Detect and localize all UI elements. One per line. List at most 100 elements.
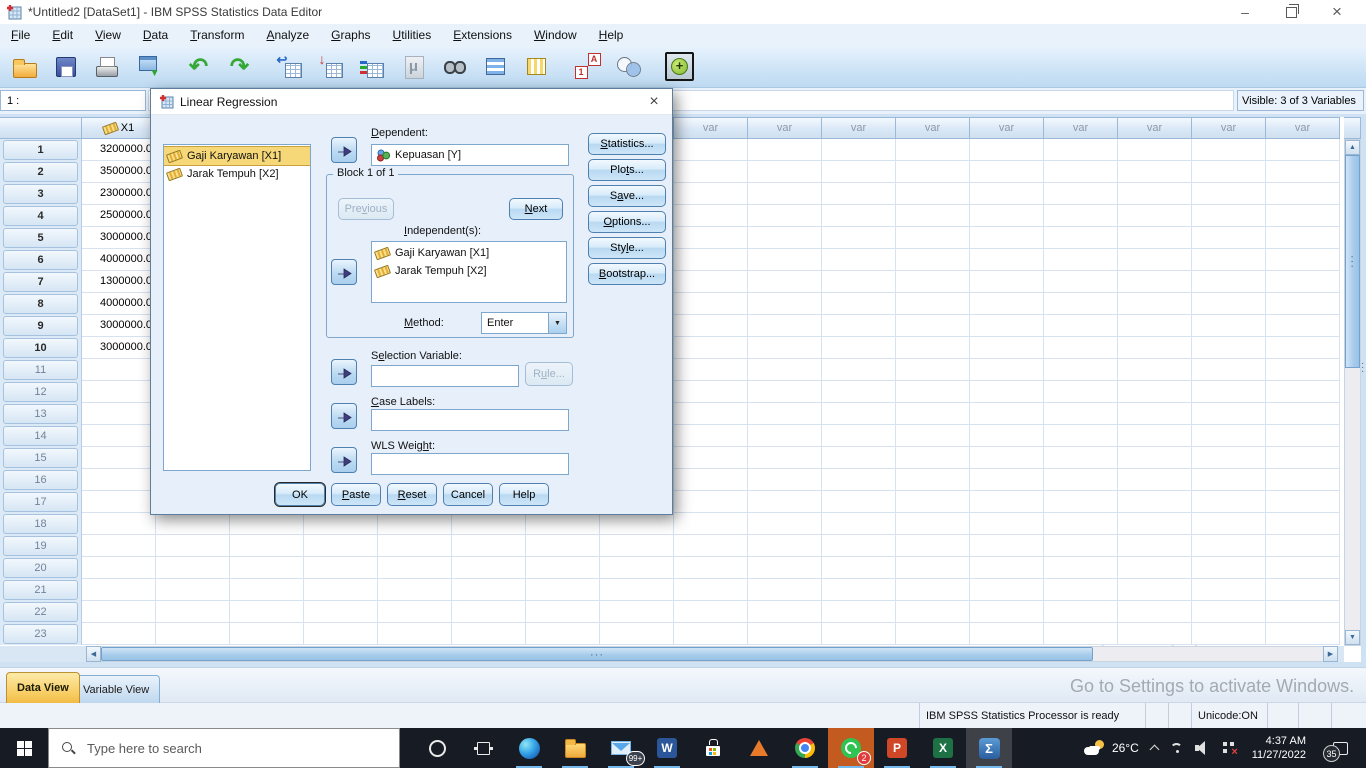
grid-cell[interactable] <box>748 535 822 557</box>
grid-cell[interactable] <box>1192 183 1266 205</box>
grid-cell[interactable] <box>1266 227 1340 249</box>
grid-cell[interactable] <box>452 623 526 645</box>
grid-cell[interactable] <box>526 535 600 557</box>
row-header[interactable]: 11 <box>0 359 82 381</box>
grid-cell[interactable] <box>1044 205 1118 227</box>
options-button[interactable]: Options... <box>588 211 666 233</box>
grid-cell[interactable] <box>896 579 970 601</box>
grid-cell[interactable] <box>1266 381 1340 403</box>
grid-cell[interactable] <box>674 579 748 601</box>
move-selection-button[interactable] <box>331 359 357 385</box>
grid-cell[interactable] <box>822 469 896 491</box>
menu-window[interactable]: Window <box>523 25 588 46</box>
paste-button[interactable]: Paste <box>331 483 381 506</box>
grid-cell[interactable] <box>674 337 748 359</box>
grid-cell[interactable] <box>1118 601 1192 623</box>
grid-cell[interactable] <box>600 623 674 645</box>
grid-cell[interactable] <box>1266 293 1340 315</box>
row-header[interactable]: 7 <box>0 271 82 293</box>
column-header-var[interactable]: var <box>748 117 822 139</box>
grid-cell[interactable] <box>674 271 748 293</box>
grid-cell[interactable] <box>1192 579 1266 601</box>
chevron-up-icon[interactable] <box>1149 743 1159 753</box>
grid-cell[interactable] <box>1118 381 1192 403</box>
row-header[interactable]: 16 <box>0 469 82 491</box>
grid-cell[interactable] <box>526 623 600 645</box>
row-header[interactable]: 3 <box>0 183 82 205</box>
grid-cell[interactable] <box>378 601 452 623</box>
horizontal-scrollbar[interactable] <box>0 646 1344 662</box>
grid-cell[interactable]: 3000000.0 <box>82 337 156 359</box>
grid-cell[interactable] <box>896 183 970 205</box>
grid-cell[interactable] <box>970 359 1044 381</box>
grid-cell[interactable] <box>1266 557 1340 579</box>
grid-cell[interactable] <box>970 579 1044 601</box>
grid-cell[interactable] <box>600 535 674 557</box>
grid-cell[interactable] <box>526 513 600 535</box>
grid-cell[interactable] <box>822 139 896 161</box>
grid-cell[interactable] <box>822 293 896 315</box>
grid-cell[interactable] <box>304 535 378 557</box>
grid-cell[interactable] <box>1118 337 1192 359</box>
grid-cell[interactable] <box>1266 535 1340 557</box>
grid-cell[interactable] <box>1118 469 1192 491</box>
grid-cell[interactable] <box>896 557 970 579</box>
grid-cell[interactable] <box>970 183 1044 205</box>
grid-cell[interactable] <box>1044 315 1118 337</box>
row-header[interactable]: 13 <box>0 403 82 425</box>
grid-cell[interactable] <box>304 513 378 535</box>
grid-cell[interactable] <box>82 557 156 579</box>
grid-cell[interactable] <box>1044 381 1118 403</box>
grid-cell[interactable] <box>896 337 970 359</box>
grid-cell[interactable] <box>896 491 970 513</box>
taskbar-cortana[interactable] <box>414 728 460 768</box>
grid-cell[interactable] <box>674 535 748 557</box>
grid-cell[interactable] <box>822 227 896 249</box>
grid-cell[interactable] <box>674 205 748 227</box>
grid-cell[interactable] <box>822 557 896 579</box>
grid-cell[interactable] <box>82 535 156 557</box>
insert-case-button[interactable] <box>475 49 516 85</box>
scroll-down-arrow-icon[interactable] <box>1345 630 1360 645</box>
taskbar-task-view[interactable] <box>460 728 506 768</box>
grid-cell[interactable] <box>1118 535 1192 557</box>
bootstrap-button[interactable]: Bootstrap... <box>588 263 666 285</box>
restore-button[interactable] <box>1268 0 1314 24</box>
taskbar-search[interactable] <box>48 728 400 768</box>
grid-cell[interactable] <box>230 601 304 623</box>
grid-cell[interactable] <box>1266 183 1340 205</box>
cancel-button[interactable]: Cancel <box>443 483 493 506</box>
grid-cell[interactable] <box>970 447 1044 469</box>
grid-cell[interactable] <box>1044 183 1118 205</box>
move-case-labels-button[interactable] <box>331 403 357 429</box>
clock[interactable]: 4:37 AM 11/27/2022 <box>1252 734 1306 763</box>
grid-cell[interactable] <box>304 601 378 623</box>
grid-cell[interactable] <box>1044 601 1118 623</box>
grid-cell[interactable] <box>822 161 896 183</box>
grid-cell[interactable]: 4000000.0 <box>82 293 156 315</box>
grid-cell[interactable] <box>230 623 304 645</box>
grid-cell[interactable] <box>896 359 970 381</box>
scroll-left-arrow-icon[interactable] <box>86 646 101 662</box>
taskbar-spss[interactable] <box>966 728 1012 768</box>
grid-cell[interactable] <box>1118 513 1192 535</box>
grid-cell[interactable] <box>748 623 822 645</box>
grid-cell[interactable] <box>1192 381 1266 403</box>
move-dependent-button[interactable] <box>331 137 357 163</box>
grid-cell[interactable] <box>1192 557 1266 579</box>
grid-cell[interactable] <box>1266 249 1340 271</box>
grid-cell[interactable] <box>896 161 970 183</box>
device-disconnected-icon[interactable] <box>1222 741 1238 755</box>
grid-cell[interactable] <box>674 513 748 535</box>
grid-cell[interactable] <box>674 249 748 271</box>
grid-cell[interactable] <box>1118 557 1192 579</box>
scroll-up-arrow-icon[interactable] <box>1345 140 1360 155</box>
grid-cell[interactable] <box>748 315 822 337</box>
vertical-scrollbar[interactable] <box>1344 139 1361 646</box>
grid-cell[interactable] <box>674 403 748 425</box>
column-header-var[interactable]: var <box>822 117 896 139</box>
grid-cell[interactable] <box>378 579 452 601</box>
grid-cell[interactable] <box>822 491 896 513</box>
save-button[interactable]: Save... <box>588 185 666 207</box>
grid-cell[interactable] <box>748 249 822 271</box>
